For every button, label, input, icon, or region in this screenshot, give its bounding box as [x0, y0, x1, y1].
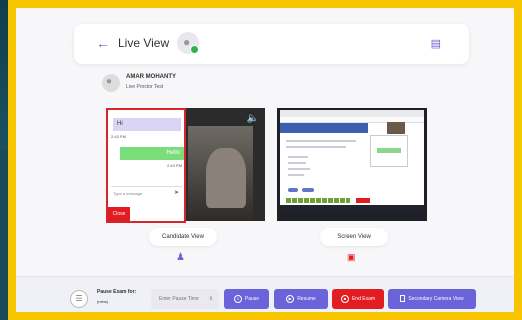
candidate-person — [206, 148, 246, 208]
send-icon[interactable]: ➤ — [174, 189, 179, 196]
candidate-avatar: ● — [102, 74, 120, 92]
outgoing-message-time: 2:43 PM — [167, 163, 182, 168]
live-view-panel: ← Live View ● ▤ ● AMAR MOHANTY Live Proc… — [16, 8, 514, 312]
chat-panel: Hi 2:43 PM Hello 2:43 PM Type a message … — [106, 108, 186, 223]
pause-unit-label: (mins) — [97, 299, 109, 304]
yellow-frame: ← Live View ● ▤ ● AMAR MOHANTY Live Proc… — [8, 0, 522, 320]
chat-popup — [370, 135, 408, 167]
chevron-updown-icon: ⇕ — [208, 296, 213, 302]
play-icon: ▶ — [286, 294, 295, 303]
exam-header — [280, 123, 368, 133]
page-title: Live View — [118, 36, 170, 50]
pause-icon: ‖ — [233, 294, 242, 303]
resume-button[interactable]: ▶ Resume — [274, 289, 328, 309]
arrow-left-icon[interactable]: ← — [96, 35, 110, 51]
end-exam-button-label: End Exam — [351, 296, 376, 302]
close-chat-button[interactable]: Close — [108, 207, 130, 221]
pause-exam-label: Pause Exam for: — [97, 289, 137, 295]
option-line — [288, 174, 304, 176]
phone-icon — [400, 295, 406, 303]
question-palette — [286, 198, 350, 203]
screen-share-view — [277, 108, 427, 221]
screen-view-label[interactable]: Screen View — [320, 228, 388, 246]
book-icon[interactable]: ▤ — [431, 37, 441, 50]
question-line — [286, 140, 356, 142]
exam-controls-bar: ☰ Pause Exam for: (mins) Enter Pause Tim… — [16, 276, 514, 312]
screen-button — [302, 188, 314, 192]
option-line — [288, 168, 310, 170]
resume-button-label: Resume — [297, 296, 316, 302]
secondary-camera-button[interactable]: Secondary Camera View — [388, 289, 476, 309]
candidate-test-name: Live Proctor Test — [126, 84, 164, 90]
end-exam-button[interactable]: ■ End Exam — [332, 289, 384, 309]
submit-button-preview — [356, 198, 370, 203]
outgoing-message: Hello — [120, 147, 184, 160]
message-input[interactable]: Type a message — [111, 186, 182, 199]
incoming-message-time: 2:43 PM — [111, 134, 126, 139]
option-line — [288, 156, 308, 158]
candidate-name: AMAR MOHANTY — [126, 74, 176, 80]
mute-icon[interactable]: 🔈 — [247, 113, 259, 124]
person-icon: ♟ — [176, 252, 185, 263]
user-icon: ● — [183, 35, 191, 49]
pause-time-select[interactable]: Enter Pause Time ⇕ — [151, 289, 219, 309]
option-line — [288, 162, 306, 164]
header-bar: ← Live View ● ▤ — [74, 24, 469, 64]
proctor-avatar[interactable]: ● — [177, 32, 199, 54]
screen-button — [288, 188, 298, 192]
monitor-icon: ▣ — [347, 252, 356, 262]
candidate-view-label[interactable]: Candidate View — [149, 228, 217, 246]
pause-button[interactable]: ‖ Pause — [224, 289, 269, 309]
pause-button-label: Pause — [244, 296, 260, 302]
user-icon: ● — [106, 76, 113, 87]
webcam-preview — [387, 122, 405, 134]
stop-icon: ■ — [340, 294, 349, 303]
shared-screen-content — [280, 110, 424, 213]
secondary-camera-label: Secondary Camera View — [408, 296, 464, 302]
browser-tabs — [280, 110, 424, 117]
taskbar — [280, 205, 424, 213]
pause-time-placeholder: Enter Pause Time — [159, 296, 199, 302]
online-status-dot — [190, 45, 199, 54]
popup-message — [377, 148, 401, 153]
menu-icon[interactable]: ☰ — [70, 290, 88, 308]
incoming-message: Hi — [113, 118, 181, 131]
question-line — [286, 146, 346, 148]
